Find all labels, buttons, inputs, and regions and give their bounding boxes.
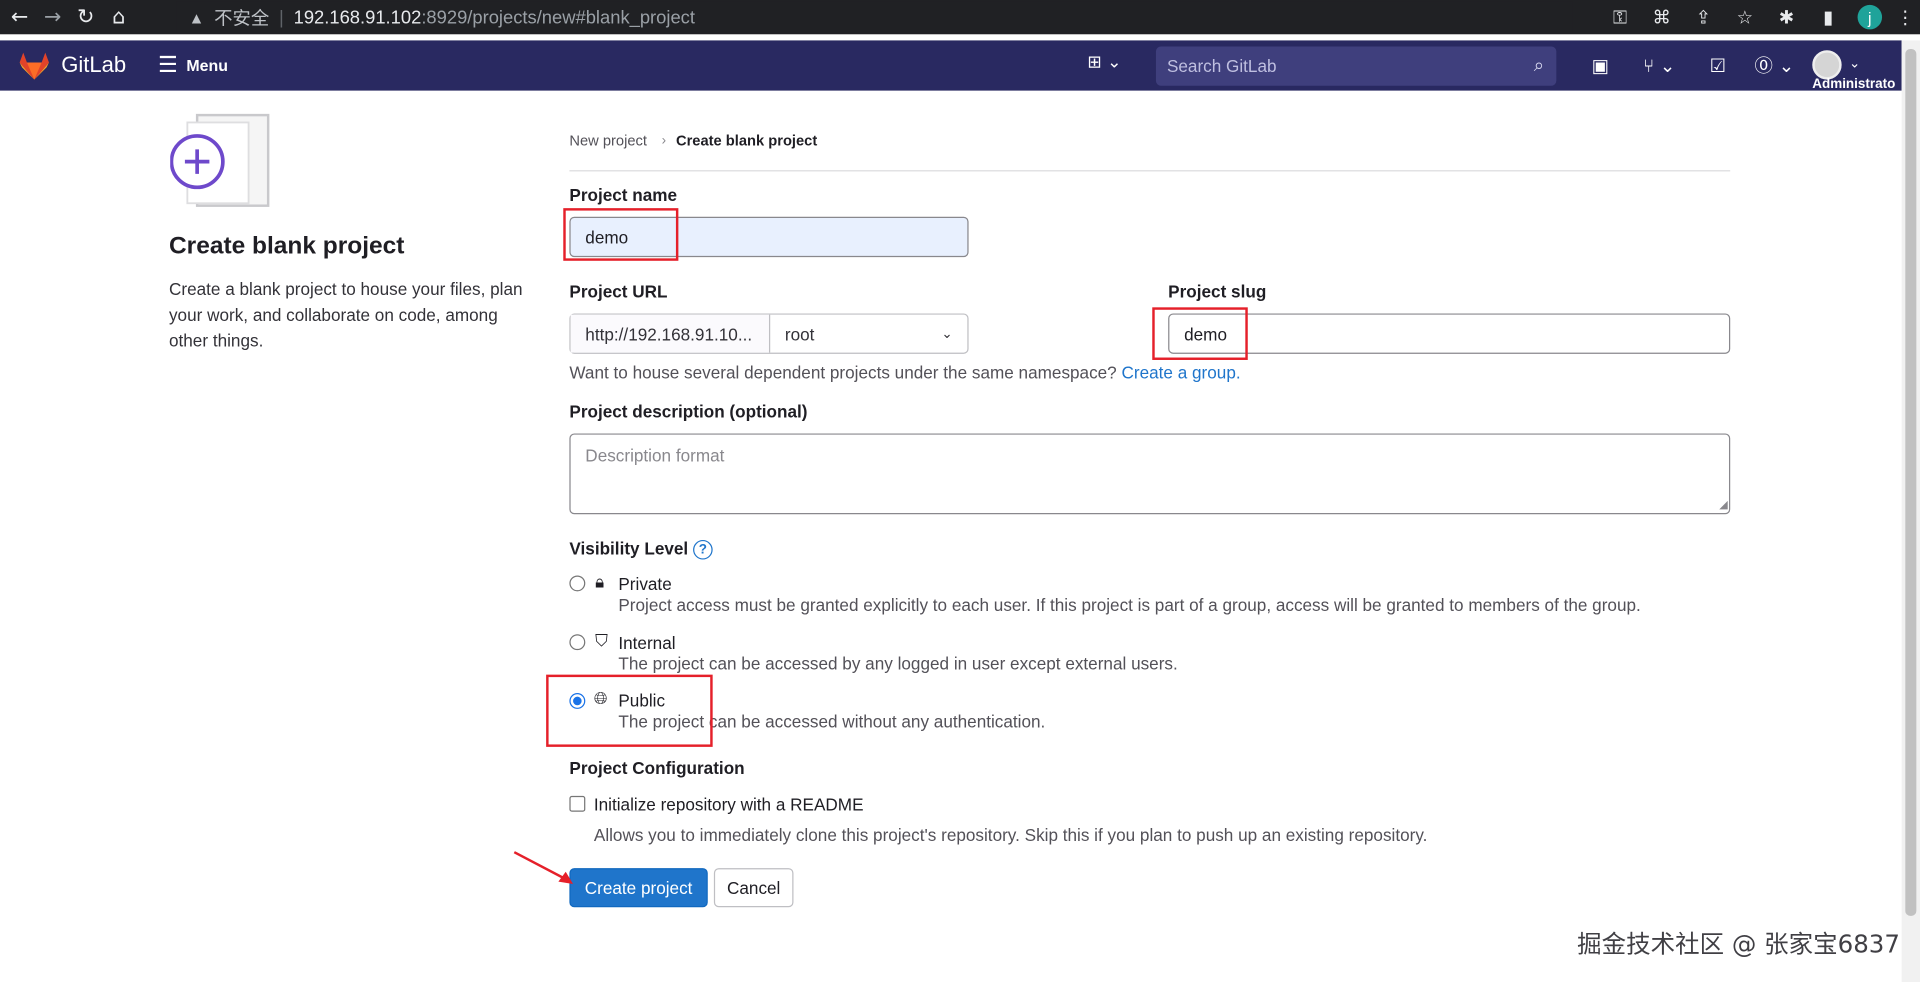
issues-icon[interactable]: ▣ [1575, 54, 1626, 76]
visibility-internal-description: The project can be accessed by any logge… [618, 653, 1178, 674]
shield-icon: ⛉ [595, 631, 608, 652]
security-label: 不安全 [214, 7, 270, 29]
bookmark-star-icon[interactable]: ☆ [1724, 6, 1766, 28]
chevron-down-icon[interactable]: ⌄ [1849, 55, 1860, 71]
new-dropdown-icon[interactable]: ⊞ ⌄ [1087, 53, 1121, 73]
user-avatar[interactable] [1812, 50, 1842, 80]
merge-requests-icon[interactable]: ⑂ ⌄ [1626, 54, 1692, 76]
hamburger-icon: ☰ [158, 52, 178, 79]
todos-icon[interactable]: ☑ [1692, 54, 1743, 76]
group-helper-text: Want to house several dependent projects… [569, 362, 1117, 383]
menu-button[interactable]: ☰ Menu [158, 53, 228, 79]
reload-icon[interactable]: ↻ [72, 4, 99, 31]
back-icon[interactable]: ← [6, 4, 33, 31]
left-panel-description: Create a blank project to house your fil… [168, 279, 523, 351]
lock-icon: 🔒︎ [595, 573, 605, 593]
cancel-button[interactable]: Cancel [713, 868, 794, 908]
watermark-text: 掘金技术社区 @ 张家宝6837 [1577, 929, 1900, 959]
annotation-arrow-icon [513, 851, 574, 885]
description-textarea[interactable]: Description format ◢ [569, 433, 1731, 515]
browser-toolbar: ← → ↻ ⌂ ▲ 不安全 | 192.168.91.102:8929/proj… [0, 0, 1920, 35]
visibility-label-row: Visibility Level? [569, 538, 713, 560]
browser-actions: ⚿ ⌘ ⇪ ☆ ✱ ▮ j ⋮ [1599, 0, 1920, 34]
description-label: Project description (optional) [569, 401, 808, 422]
namespace-value: root [784, 323, 815, 344]
url-host: 192.168.91.102 [293, 6, 422, 28]
create-group-link[interactable]: Create a group. [1121, 362, 1240, 382]
breadcrumb-new-project[interactable]: New project [569, 132, 647, 149]
search-input[interactable]: Search GitLab ⌕ [1155, 46, 1557, 86]
warning-icon: ▲ [188, 7, 205, 27]
search-placeholder: Search GitLab [1166, 56, 1277, 76]
address-separator: | [279, 6, 284, 28]
project-url-prefix: http://192.168.91.10... [570, 314, 771, 353]
group-helper: Want to house several dependent projects… [569, 362, 1240, 382]
visibility-label: Visibility Level [569, 538, 689, 559]
scrollbar-thumb[interactable] [1905, 48, 1917, 916]
forward-icon[interactable]: → [39, 4, 66, 31]
url-path: :8929/projects/new#blank_project [421, 6, 695, 28]
chevron-right-icon: › [661, 133, 667, 149]
breadcrumb: New project › Create blank project [569, 132, 817, 149]
visibility-private-description: Project access must be granted explicitl… [618, 595, 1641, 615]
namespace-select[interactable]: root ⌄ [770, 315, 967, 353]
gitlab-header: GitLab ☰ Menu ⊞ ⌄ Search GitLab ⌕ ▣ ⑂ ⌄ … [0, 40, 1902, 92]
visibility-internal-title: Internal [618, 633, 676, 653]
help-icon[interactable]: ⓪ ⌄ [1744, 53, 1805, 79]
project-configuration-label: Project Configuration [569, 757, 745, 778]
readme-label: Initialize repository with a README [593, 794, 864, 815]
project-url-label: Project URL [569, 281, 668, 302]
project-slug-label: Project slug [1168, 281, 1267, 302]
key-icon[interactable]: ⚿ [1599, 6, 1641, 28]
resize-grip-icon[interactable]: ◢ [1719, 498, 1727, 511]
extensions-icon[interactable]: ✱ [1766, 6, 1808, 28]
gitlab-brand[interactable]: GitLab [61, 53, 126, 79]
project-slug-input[interactable]: demo [1168, 313, 1731, 354]
annotation-box-name [563, 208, 679, 261]
sidepanel-icon[interactable]: ▮ [1807, 6, 1849, 28]
home-icon[interactable]: ⌂ [105, 4, 132, 31]
address-bar[interactable]: ▲ 不安全 | 192.168.91.102:8929/projects/new… [176, 1, 1573, 34]
help-circle-icon[interactable]: ? [693, 539, 713, 560]
search-icon: ⌕ [1533, 53, 1545, 76]
breadcrumb-current[interactable]: Create blank project [676, 132, 817, 149]
annotation-box-slug [1152, 307, 1248, 360]
description-placeholder: Description format [585, 445, 725, 466]
left-panel-title: Create blank project [168, 232, 405, 260]
user-label: Administrato [1812, 77, 1896, 92]
visibility-internal-radio[interactable] [569, 634, 586, 651]
visibility-private-radio[interactable] [569, 575, 586, 592]
project-name-label: Project name [569, 184, 678, 205]
visibility-private-title: Private [618, 574, 672, 594]
translate-icon[interactable]: ⌘ [1641, 6, 1683, 28]
annotation-box-public [546, 674, 713, 747]
readme-help: Allows you to immediately clone this pro… [593, 825, 1428, 845]
kebab-menu-icon[interactable]: ⋮ [1891, 6, 1920, 28]
share-icon[interactable]: ⇪ [1682, 6, 1724, 28]
chevron-down-icon: ⌄ [941, 326, 953, 342]
project-url-group: http://192.168.91.10... root ⌄ [569, 313, 969, 354]
header-actions: ▣ ⑂ ⌄ ☑ ⓪ ⌄ [1575, 40, 1805, 90]
breadcrumb-divider [569, 170, 1731, 172]
profile-avatar[interactable]: j [1857, 4, 1883, 30]
menu-label: Menu [186, 56, 228, 75]
create-project-button[interactable]: Create project [569, 868, 708, 908]
gitlab-logo-icon[interactable] [19, 52, 49, 79]
blank-project-illustration-icon [170, 113, 270, 207]
readme-checkbox[interactable] [569, 795, 586, 812]
